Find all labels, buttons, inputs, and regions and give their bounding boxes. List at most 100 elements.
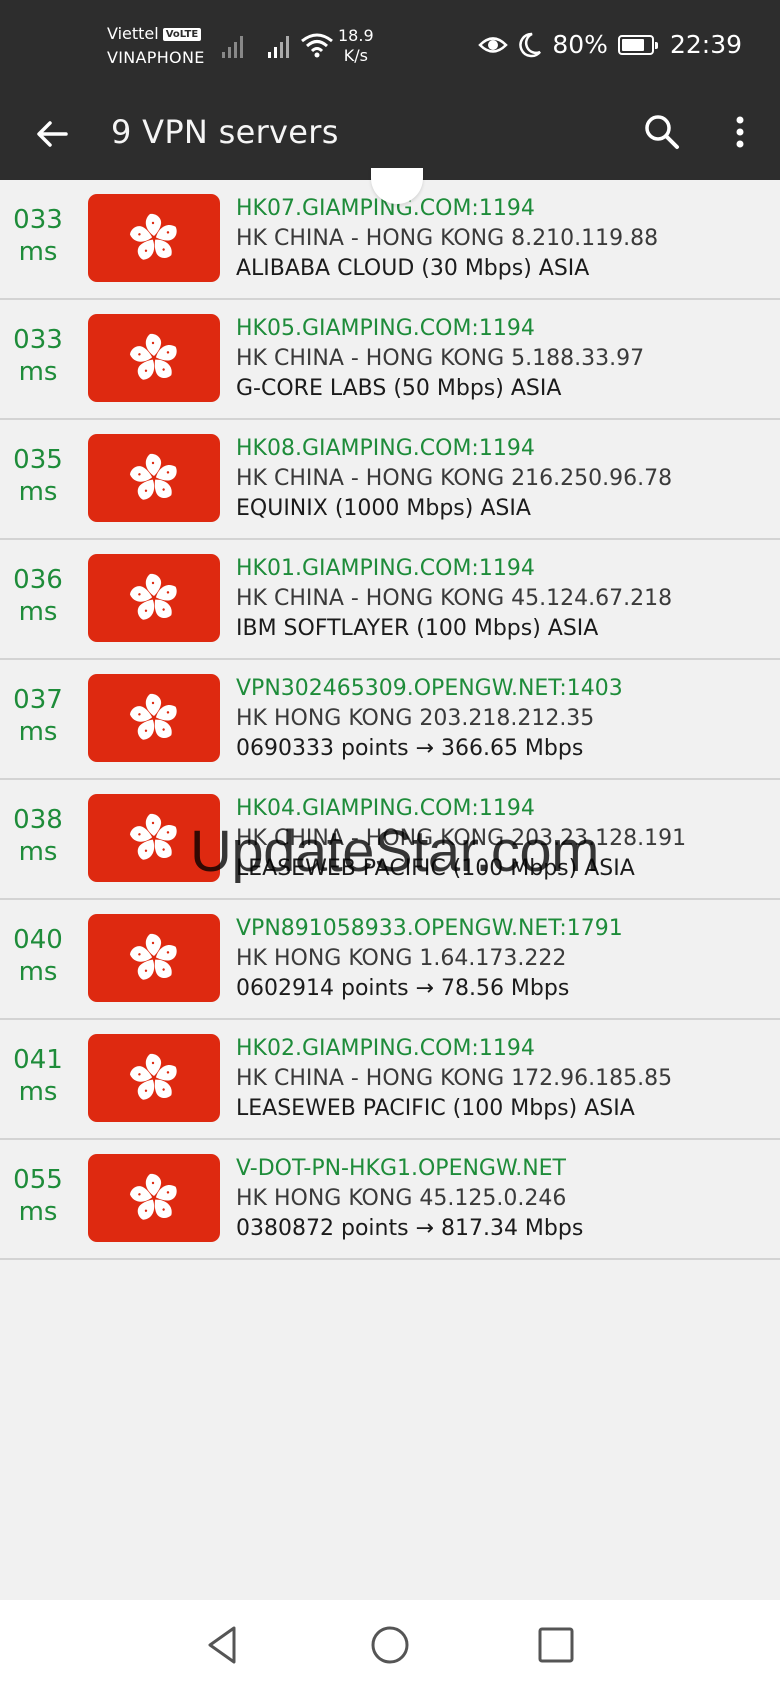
server-location: HK CHINA - HONG KONG 172.96.185.85 [236, 1066, 673, 1091]
server-isp: IBM SOFTLAYER (100 Mbps) ASIA [236, 616, 599, 641]
server-isp: LEASEWEB PACIFIC (100 Mbps) ASIA [236, 856, 635, 881]
server-location: HK HONG KONG 45.125.0.246 [236, 1186, 567, 1211]
server-list: 033 ms HK07.GIAMPING.COM:1194 HK CHINA -… [0, 180, 780, 1260]
carrier-info: Viettel VoLTE VINAPHONE [107, 24, 205, 68]
server-location: HK HONG KONG 203.218.212.35 [236, 706, 595, 731]
server-isp: 0690333 points → 366.65 Mbps [236, 736, 584, 761]
ping-value: 038 ms [0, 804, 76, 868]
server-host: VPN891058933.OPENGW.NET:1791 [236, 916, 623, 941]
hong-kong-flag-icon [88, 314, 220, 402]
bauhinia-icon [129, 213, 177, 260]
server-row[interactable]: 038 ms HK04.GIAMPING.COM:1194 HK CHINA -… [0, 780, 780, 900]
ping-unit: ms [18, 597, 58, 627]
bauhinia-icon [129, 1053, 177, 1100]
ping-value: 041 ms [0, 1044, 76, 1108]
signal-2-icon [268, 36, 289, 58]
ping-unit: ms [18, 477, 58, 507]
server-info: V-DOT-PN-HKG1.OPENGW.NET HK HONG KONG 45… [236, 1154, 776, 1244]
nav-home-icon[interactable] [367, 1622, 413, 1668]
server-location: HK HONG KONG 1.64.173.222 [236, 946, 567, 971]
server-info: VPN891058933.OPENGW.NET:1791 HK HONG KON… [236, 914, 776, 1004]
bauhinia-icon [129, 573, 177, 620]
more-vert-icon[interactable] [720, 110, 760, 154]
server-location: HK CHINA - HONG KONG 203.23.128.191 [236, 826, 687, 851]
ping-unit: ms [18, 717, 58, 747]
bauhinia-icon [129, 1173, 177, 1220]
server-row[interactable]: 033 ms HK05.GIAMPING.COM:1194 HK CHINA -… [0, 300, 780, 420]
hong-kong-flag-icon [88, 794, 220, 882]
server-row[interactable]: 035 ms HK08.GIAMPING.COM:1194 HK CHINA -… [0, 420, 780, 540]
signal-1-icon [222, 36, 243, 58]
nav-recents-icon[interactable] [533, 1622, 579, 1668]
hong-kong-flag-icon [88, 914, 220, 1002]
ping-unit: ms [18, 1077, 58, 1107]
hong-kong-flag-icon [88, 674, 220, 762]
server-row[interactable]: 055 ms V-DOT-PN-HKG1.OPENGW.NET HK HONG … [0, 1140, 780, 1260]
clock: 22:39 [669, 30, 742, 59]
server-info: VPN302465309.OPENGW.NET:1403 HK HONG KON… [236, 674, 776, 764]
bauhinia-icon [129, 933, 177, 980]
server-row[interactable]: 037 ms VPN302465309.OPENGW.NET:1403 HK H… [0, 660, 780, 780]
search-icon[interactable] [640, 110, 684, 154]
ping-value: 036 ms [0, 564, 76, 628]
server-location: HK CHINA - HONG KONG 5.188.33.97 [236, 346, 645, 371]
battery-icon [617, 34, 658, 55]
status-right: 80% 22:39 [478, 30, 742, 59]
ping-unit: ms [18, 1197, 58, 1227]
ping-value: 035 ms [0, 444, 76, 508]
ping-ms: 041 [13, 1045, 63, 1075]
carrier-2: VINAPHONE [107, 48, 205, 67]
server-host: HK02.GIAMPING.COM:1194 [236, 1036, 535, 1061]
server-isp: 0380872 points → 817.34 Mbps [236, 1216, 584, 1241]
ping-unit: ms [18, 237, 58, 267]
hong-kong-flag-icon [88, 1154, 220, 1242]
server-row[interactable]: 040 ms VPN891058933.OPENGW.NET:1791 HK H… [0, 900, 780, 1020]
ping-unit: ms [18, 957, 58, 987]
page-title: 9 VPN servers [111, 113, 339, 151]
server-host: HK04.GIAMPING.COM:1194 [236, 796, 535, 821]
system-nav-bar [0, 1600, 780, 1690]
ping-ms: 035 [13, 445, 63, 475]
server-info: HK05.GIAMPING.COM:1194 HK CHINA - HONG K… [236, 314, 776, 404]
server-host: HK05.GIAMPING.COM:1194 [236, 316, 535, 341]
ping-ms: 040 [13, 925, 63, 955]
hong-kong-flag-icon [88, 554, 220, 642]
ping-ms: 055 [13, 1165, 63, 1195]
server-host: HK08.GIAMPING.COM:1194 [236, 436, 535, 461]
wifi-icon [301, 33, 333, 58]
ping-unit: ms [18, 837, 58, 867]
server-info: HK02.GIAMPING.COM:1194 HK CHINA - HONG K… [236, 1034, 776, 1124]
net-speed-value: 18.9 [338, 26, 374, 45]
server-isp: LEASEWEB PACIFIC (100 Mbps) ASIA [236, 1096, 635, 1121]
bauhinia-icon [129, 693, 177, 740]
ping-value: 055 ms [0, 1164, 76, 1228]
battery-percent: 80% [552, 30, 608, 59]
arrow-back-icon[interactable] [32, 114, 72, 154]
server-row[interactable]: 041 ms HK02.GIAMPING.COM:1194 HK CHINA -… [0, 1020, 780, 1140]
bauhinia-icon [129, 453, 177, 500]
server-location: HK CHINA - HONG KONG 45.124.67.218 [236, 586, 673, 611]
server-location: HK CHINA - HONG KONG 216.250.96.78 [236, 466, 673, 491]
ping-value: 033 ms [0, 204, 76, 268]
ping-value: 037 ms [0, 684, 76, 748]
ping-ms: 033 [13, 205, 63, 235]
server-host: VPN302465309.OPENGW.NET:1403 [236, 676, 623, 701]
server-info: HK01.GIAMPING.COM:1194 HK CHINA - HONG K… [236, 554, 776, 644]
server-host: V-DOT-PN-HKG1.OPENGW.NET [236, 1156, 566, 1181]
status-bar: Viettel VoLTE VINAPHONE 18.9 K/s 80% 22:… [0, 0, 780, 86]
server-isp: ALIBABA CLOUD (30 Mbps) ASIA [236, 256, 590, 281]
app-toolbar: 9 VPN servers [0, 86, 780, 180]
server-row[interactable]: 036 ms HK01.GIAMPING.COM:1194 HK CHINA -… [0, 540, 780, 660]
bauhinia-icon [129, 813, 177, 860]
server-info: HK08.GIAMPING.COM:1194 HK CHINA - HONG K… [236, 434, 776, 524]
nav-back-icon[interactable] [200, 1622, 246, 1668]
server-host: HK07.GIAMPING.COM:1194 [236, 196, 535, 221]
moon-icon [519, 32, 542, 57]
eye-comfort-icon [478, 36, 509, 53]
server-info: HK07.GIAMPING.COM:1194 HK CHINA - HONG K… [236, 194, 776, 284]
ping-ms: 033 [13, 325, 63, 355]
ping-ms: 038 [13, 805, 63, 835]
server-isp: EQUINIX (1000 Mbps) ASIA [236, 496, 531, 521]
server-host: HK01.GIAMPING.COM:1194 [236, 556, 535, 581]
ping-ms: 037 [13, 685, 63, 715]
